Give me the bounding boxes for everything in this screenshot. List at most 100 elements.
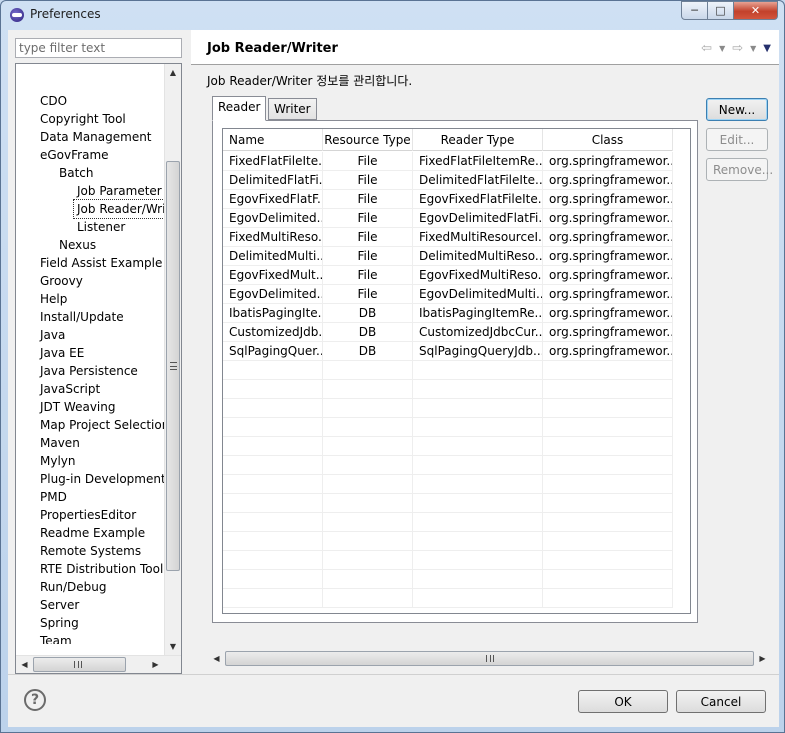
tree-vertical-scrollbar[interactable]: ▲ ▼ [164, 64, 181, 655]
table-row[interactable]: SqlPagingQuer... DB SqlPagingQueryJdb... or… [223, 342, 673, 361]
table-row[interactable]: EgovDelimited... File EgovDelimitedMulti..… [223, 285, 673, 304]
tree-item[interactable]: Batch [56, 164, 96, 182]
table-cell: EgovDelimitedFlatFi... [413, 209, 543, 228]
view-menu-icon[interactable]: ▼ [763, 43, 771, 54]
tree-item[interactable]: Server [37, 596, 81, 614]
tree-item[interactable]: Java [37, 326, 67, 344]
table-cell: org.springframewor... [543, 247, 673, 266]
table-cell: org.springframewor... [543, 171, 673, 190]
column-header-name[interactable]: Name [223, 129, 323, 151]
tree-hscroll-thumb[interactable] [33, 657, 126, 672]
new-button[interactable]: New... [706, 98, 768, 121]
tree-item[interactable]: Run/Debug [37, 578, 109, 596]
table-cell [323, 399, 413, 418]
table-cell [323, 551, 413, 570]
tree-horizontal-scrollbar[interactable]: ◀ ▶ [16, 655, 181, 673]
table-row[interactable]: FixedFlatFileIte... File FixedFlatFileItem… [223, 152, 673, 171]
table-row[interactable]: DelimitedMulti... File DelimitedMultiReso.… [223, 247, 673, 266]
tree-item[interactable]: Install/Update [37, 308, 126, 326]
tab-writer[interactable]: Writer [268, 98, 317, 120]
table-cell [223, 532, 323, 551]
dialog-footer: ? OK Cancel [8, 674, 779, 727]
table-row[interactable]: EgovFixedFlatF... File EgovFixedFlatFileIt… [223, 190, 673, 209]
tree-item[interactable]: RTE Distribution Tool [37, 560, 165, 578]
tree-item[interactable]: Readme Example [37, 524, 147, 542]
tree-item[interactable]: Job Parameter [74, 182, 164, 200]
table-row[interactable]: FixedMultiReso... File FixedMultiResourceI… [223, 228, 673, 247]
scroll-down-arrow-icon[interactable]: ▼ [165, 638, 181, 655]
tree-item[interactable]: Map Project Selection [37, 416, 166, 434]
help-icon[interactable]: ? [24, 689, 46, 711]
tree-item[interactable]: Groovy [37, 272, 85, 290]
tree-item[interactable]: PropertiesEditor [37, 506, 138, 524]
remove-button[interactable]: Remove... [706, 158, 773, 181]
forward-arrow-icon[interactable]: ⇨ [732, 41, 743, 56]
tree-item[interactable]: Listener [74, 218, 127, 236]
table-cell [223, 494, 323, 513]
page-header: Job Reader/Writer ⇦ ▼ ⇨ ▼ ▼ [191, 30, 779, 65]
edit-button[interactable]: Edit... [706, 128, 768, 151]
maximize-button[interactable]: □ [708, 1, 734, 20]
tree-scroll-thumb[interactable] [166, 161, 180, 571]
column-header-class[interactable]: Class [543, 129, 673, 151]
table-cell [413, 532, 543, 551]
page-navigation: ⇦ ▼ ⇨ ▼ ▼ [701, 41, 771, 56]
tree-item[interactable]: Plug-in Development [37, 470, 166, 488]
tree-item[interactable]: PMD [37, 488, 69, 506]
tree-item[interactable]: CDO [37, 92, 69, 110]
tree-item[interactable]: Java Persistence [37, 362, 140, 380]
table-cell: File [323, 247, 413, 266]
table-row[interactable]: IbatisPagingIte... DB IbatisPagingItemRe..… [223, 304, 673, 323]
back-arrow-icon[interactable]: ⇦ [701, 41, 712, 56]
table-cell: org.springframewor... [543, 152, 673, 171]
scroll-right-arrow-icon[interactable]: ▶ [754, 650, 771, 667]
back-dropdown-icon[interactable]: ▼ [719, 44, 725, 53]
table-cell [543, 437, 673, 456]
table-cell [413, 456, 543, 475]
table-cell: EgovFixedFlatF... [223, 190, 323, 209]
tree-item[interactable]: Maven [37, 434, 82, 452]
ok-button[interactable]: OK [578, 690, 668, 713]
table-cell: org.springframewor... [543, 228, 673, 247]
tab-reader[interactable]: Reader [212, 96, 267, 121]
table-row[interactable]: CustomizedJdb... DB CustomizedJdbcCur... or… [223, 323, 673, 342]
tree-item[interactable]: Spring [37, 614, 81, 632]
tree-item[interactable]: JDT Weaving [37, 398, 117, 416]
minimize-button[interactable]: ─ [681, 1, 708, 20]
tree-item[interactable]: Nexus [56, 236, 98, 254]
page-horizontal-scrollbar[interactable]: ◀ ▶ [208, 650, 771, 667]
table-cell: EgovFixedMultiReso... [413, 266, 543, 285]
table-cell: File [323, 152, 413, 171]
forward-dropdown-icon[interactable]: ▼ [750, 44, 756, 53]
tree-item[interactable]: eGovFrame [37, 146, 111, 164]
table-row[interactable]: EgovFixedMult... File EgovFixedMultiReso..… [223, 266, 673, 285]
table-cell: DB [323, 342, 413, 361]
tree-item[interactable]: Remote Systems [37, 542, 143, 560]
tree-item[interactable]: Help [37, 290, 69, 308]
close-button[interactable]: ✕ [734, 1, 778, 20]
tree-item[interactable]: Field Assist Example Preferences [37, 254, 166, 272]
page-hscroll-thumb[interactable] [225, 651, 754, 666]
filter-input[interactable] [15, 38, 182, 58]
tree-item[interactable]: Data Management [37, 128, 154, 146]
tree-item[interactable]: Mylyn [37, 452, 78, 470]
column-header-resource-type[interactable]: Resource Type [323, 129, 413, 151]
tree-item[interactable]: Copyright Tool [37, 110, 128, 128]
column-header-reader-type[interactable]: Reader Type [413, 129, 543, 151]
tree-item[interactable]: Team [37, 632, 74, 644]
scroll-left-arrow-icon[interactable]: ◀ [16, 656, 33, 673]
table-cell [413, 399, 543, 418]
scroll-up-arrow-icon[interactable]: ▲ [165, 64, 181, 81]
tree-item[interactable]: JavaScript [37, 380, 102, 398]
cancel-button[interactable]: Cancel [676, 690, 766, 713]
table-cell [223, 589, 323, 608]
scroll-right-arrow-icon[interactable]: ▶ [147, 656, 164, 673]
tree-item[interactable]: Java EE [37, 344, 86, 362]
empty-table-row [223, 399, 673, 418]
tree-item[interactable]: Job Reader/Writer [72, 199, 166, 219]
scroll-left-arrow-icon[interactable]: ◀ [208, 650, 225, 667]
table-row[interactable]: DelimitedFlatFi... File DelimitedFlatFileI… [223, 171, 673, 190]
table-row[interactable]: EgovDelimited... File EgovDelimitedFlatFi.… [223, 209, 673, 228]
table-cell [223, 361, 323, 380]
table-cell: CustomizedJdbcCur... [413, 323, 543, 342]
